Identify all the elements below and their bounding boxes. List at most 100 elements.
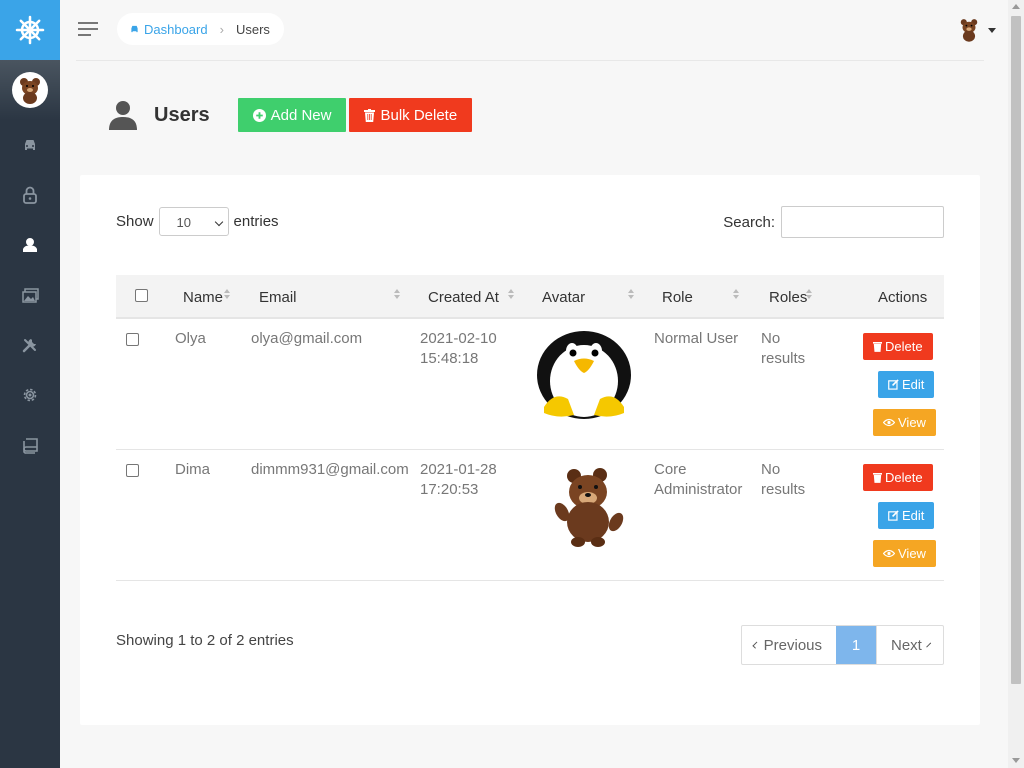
pagination: Previous 1 Next xyxy=(741,625,944,665)
edit-button[interactable]: Edit xyxy=(878,502,935,529)
view-button[interactable]: View xyxy=(873,409,936,436)
sidebar xyxy=(0,0,60,768)
view-button[interactable]: View xyxy=(873,540,936,567)
created-time: 15:48:18 xyxy=(420,350,479,367)
edit-label: Edit xyxy=(902,508,925,523)
chevron-right-icon xyxy=(925,642,931,648)
sidebar-user[interactable] xyxy=(0,60,60,120)
entries-length: Show 10 entries xyxy=(116,207,279,236)
delete-label: Delete xyxy=(885,470,923,485)
sidebar-item-images[interactable] xyxy=(0,270,60,320)
avatar[interactable] xyxy=(12,72,48,108)
edit-label: Edit xyxy=(902,377,925,392)
table-header: Name Email Created At Avatar Role Roles … xyxy=(116,275,944,319)
table-info: Showing 1 to 2 of 2 entries xyxy=(116,632,294,649)
table-row: Dima dimmm931@gmail.com 2021-01-28 17:20… xyxy=(116,450,944,581)
user-email: olya@gmail.com xyxy=(251,330,363,347)
sort-icon[interactable] xyxy=(628,289,634,301)
search-filter: Search: xyxy=(723,206,944,238)
breadcrumb-separator-icon: › xyxy=(219,21,224,37)
scroll-down-icon[interactable] xyxy=(1012,758,1020,763)
column-header-email[interactable]: Email xyxy=(259,289,297,306)
entries-select[interactable]: 10 xyxy=(158,207,229,236)
add-new-button[interactable]: Add New xyxy=(237,98,347,132)
users-card: Show 10 entries Search: Name Email Creat… xyxy=(80,175,980,725)
column-header-roles[interactable]: Roles xyxy=(769,289,807,306)
edit-icon xyxy=(888,379,899,390)
bulk-delete-button[interactable]: Bulk Delete xyxy=(349,98,473,132)
search-label: Search: xyxy=(723,213,775,231)
row-checkbox[interactable] xyxy=(126,333,139,346)
car-icon xyxy=(131,25,138,33)
sort-icon[interactable] xyxy=(806,289,812,301)
user-role: Normal User xyxy=(654,330,739,347)
scroll-up-icon[interactable] xyxy=(1012,4,1020,9)
column-header-actions: Actions xyxy=(878,289,928,306)
sort-icon[interactable] xyxy=(733,289,739,301)
created-date: 2021-02-10 xyxy=(420,330,497,347)
ship-wheel-icon xyxy=(15,15,45,45)
view-label: View xyxy=(898,415,926,430)
user-name: Dima xyxy=(175,461,211,478)
user-roles-line2: results xyxy=(761,481,806,498)
sort-icon[interactable] xyxy=(394,289,400,301)
eye-icon xyxy=(883,549,895,558)
sidebar-item-settings[interactable] xyxy=(0,370,60,420)
menu-toggle-icon[interactable] xyxy=(78,22,100,38)
sidebar-item-tools[interactable] xyxy=(0,320,60,370)
car-icon xyxy=(25,140,35,150)
bear-icon xyxy=(20,78,40,104)
edit-button[interactable]: Edit xyxy=(878,371,935,398)
sort-icon[interactable] xyxy=(224,289,230,301)
page-1-button[interactable]: 1 xyxy=(836,626,876,664)
sidebar-item-security[interactable] xyxy=(0,170,60,220)
user-name: Olya xyxy=(175,330,206,347)
logo[interactable] xyxy=(0,0,60,60)
column-header-role[interactable]: Role xyxy=(662,289,693,306)
delete-label: Delete xyxy=(885,339,923,354)
plus-circle-icon xyxy=(252,108,266,122)
sort-icon[interactable] xyxy=(508,289,514,301)
created-date: 2021-01-28 xyxy=(420,461,497,478)
delete-button[interactable]: Delete xyxy=(863,333,933,360)
user-email: dimmm931@gmail.com xyxy=(251,461,409,478)
user-icon xyxy=(109,101,137,130)
user-icon xyxy=(23,238,37,252)
chevron-down-icon xyxy=(214,217,223,227)
column-header-name[interactable]: Name xyxy=(183,289,223,306)
column-header-avatar[interactable]: Avatar xyxy=(542,289,585,306)
column-header-created-at[interactable]: Created At xyxy=(428,289,499,306)
lock-icon xyxy=(23,186,37,204)
scrollbar[interactable] xyxy=(1008,0,1024,768)
gear-icon xyxy=(23,388,37,402)
sidebar-item-users[interactable] xyxy=(0,220,60,270)
previous-button[interactable]: Previous xyxy=(742,626,836,664)
entries-label: entries xyxy=(233,213,279,230)
sidebar-item-docs[interactable] xyxy=(0,420,60,470)
next-button[interactable]: Next xyxy=(876,626,943,664)
trash-icon xyxy=(364,108,376,122)
scroll-thumb[interactable] xyxy=(1011,16,1021,684)
next-label: Next xyxy=(891,636,922,654)
chevron-down-icon[interactable] xyxy=(988,27,996,33)
delete-button[interactable]: Delete xyxy=(863,464,933,491)
created-time: 17:20:53 xyxy=(420,481,479,498)
page-title: Users xyxy=(154,103,210,126)
table-row: Olya olya@gmail.com 2021-02-10 15:48:18 … xyxy=(116,319,944,450)
topbar: Dashboard › Users xyxy=(60,0,1008,61)
sidebar-item-vehicles[interactable] xyxy=(0,120,60,170)
breadcrumb-dashboard[interactable]: Dashboard xyxy=(129,22,208,37)
divider xyxy=(76,60,984,61)
tools-icon xyxy=(22,339,36,353)
user-menu[interactable] xyxy=(956,16,996,44)
add-new-label: Add New xyxy=(270,106,332,124)
penguin-avatar-icon xyxy=(537,331,631,419)
edit-icon xyxy=(888,510,899,521)
row-checkbox[interactable] xyxy=(126,464,139,477)
select-all-checkbox[interactable] xyxy=(135,289,148,302)
images-icon xyxy=(21,287,39,303)
bear-icon xyxy=(960,19,978,42)
search-input[interactable] xyxy=(781,206,944,238)
breadcrumb-dashboard-label[interactable]: Dashboard xyxy=(144,22,208,37)
bulk-delete-label: Bulk Delete xyxy=(380,106,458,124)
